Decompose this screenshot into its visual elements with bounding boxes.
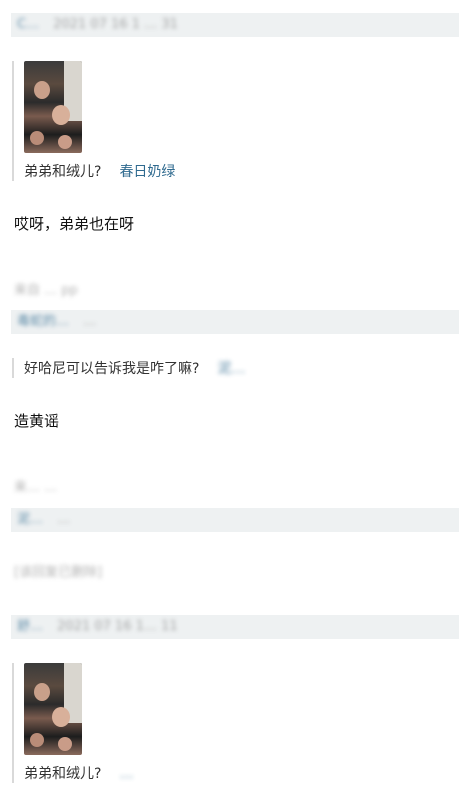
quoted-image[interactable] — [24, 663, 82, 755]
username-link[interactable]: 泥… — [17, 512, 43, 527]
quote-text: 弟弟和绒儿? — [24, 164, 102, 180]
reply-text: 造黄谣 — [14, 412, 60, 430]
timestamp: … — [83, 314, 97, 329]
username-link[interactable]: C… — [17, 17, 39, 32]
quoted-image[interactable] — [24, 61, 82, 153]
reply-text: 哎呀，弟弟也在呀 — [14, 215, 135, 233]
timestamp: 2021 07 16 1… 11 — [57, 619, 178, 634]
source-label: 来… … — [14, 480, 58, 495]
username-link[interactable]: 舒… — [17, 619, 43, 634]
quote-text: 好哈尼可以告诉我是咋了嘛? — [24, 361, 200, 377]
timestamp: 2021 07 16 1 … 31 — [53, 17, 178, 32]
comment-header: C… 2021 07 16 1 … 31 — [11, 13, 459, 37]
quote-text: 弟弟和绒儿? — [24, 766, 102, 782]
quoted-reply: 好哈尼可以告诉我是咋了嘛? 泥… — [12, 358, 245, 378]
comment-header: 泥… … — [11, 508, 459, 532]
quoted-reply: 弟弟和绒儿? 春日奶绿 — [12, 61, 175, 181]
quote-user-link[interactable]: … — [119, 766, 133, 782]
quoted-reply: 弟弟和绒儿? … — [12, 663, 133, 783]
username-link[interactable]: 毒蛇的… — [17, 314, 69, 329]
quote-user-link[interactable]: 泥… — [217, 361, 245, 377]
source-label: 来自 … pp — [14, 283, 78, 298]
deleted-note: [该回复已删除] — [14, 565, 103, 580]
comment-header: 舒… 2021 07 16 1… 11 — [11, 615, 459, 639]
comment-header: 毒蛇的… … — [11, 310, 459, 334]
quote-user-link[interactable]: 春日奶绿 — [119, 164, 175, 180]
timestamp: … — [57, 512, 71, 527]
